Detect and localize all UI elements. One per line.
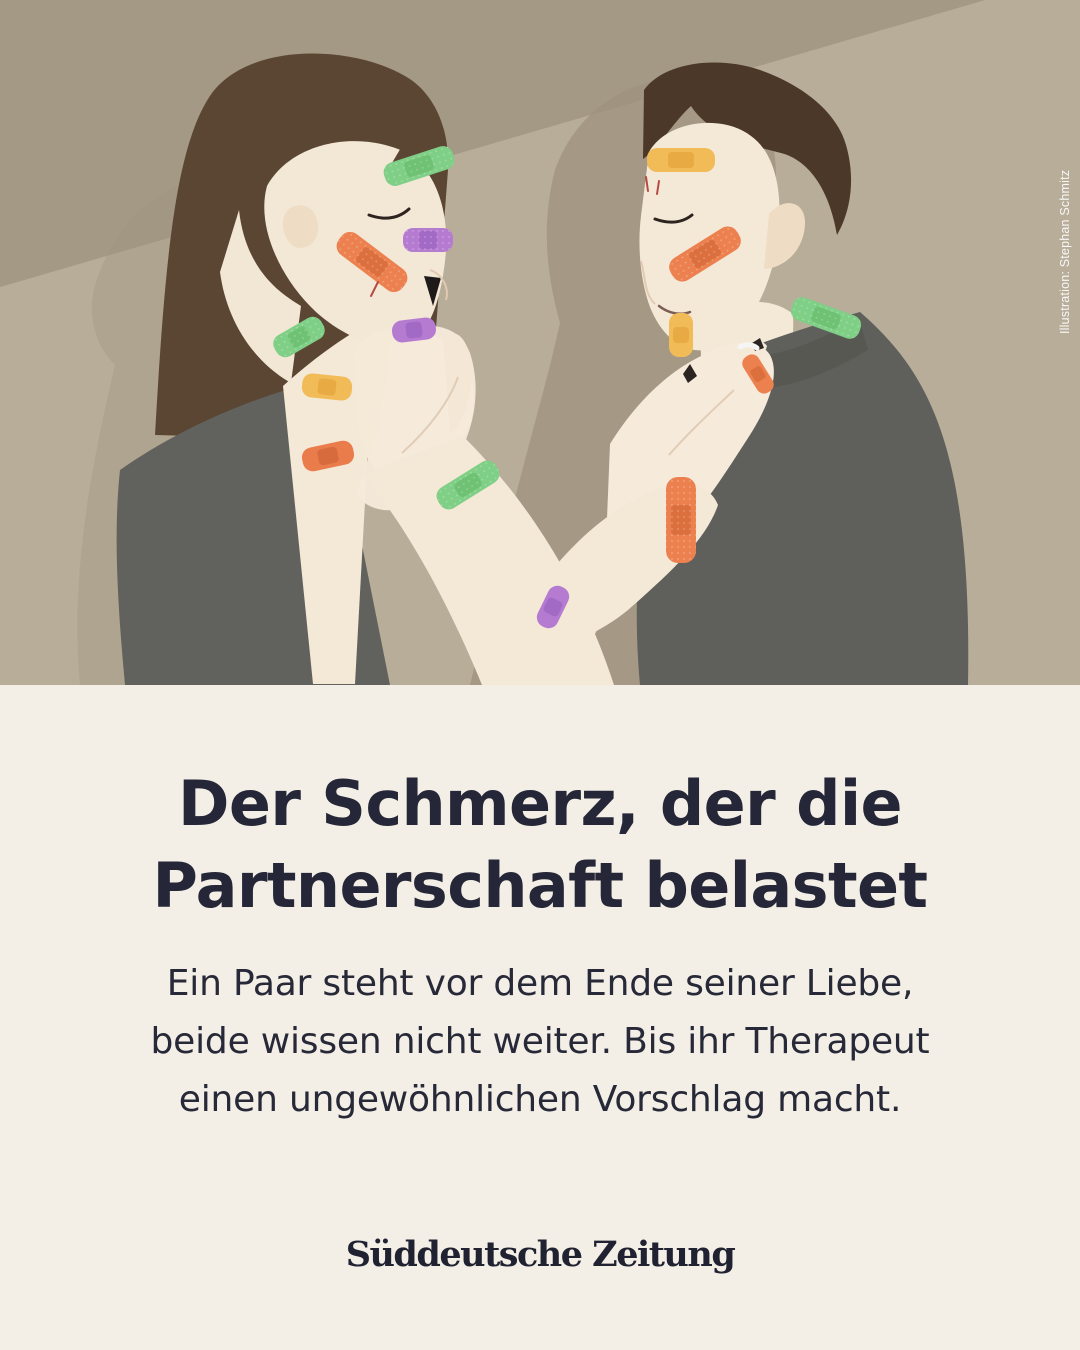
- dek-line-2: beide wissen nicht weiter. Bis ihr Thera…: [150, 1021, 930, 1062]
- headline-line-1: Der Schmerz, der die: [178, 767, 903, 840]
- article-headline: Der Schmerz, der die Partnerschaft belas…: [0, 763, 1080, 927]
- publication-logo: Süddeutsche Zeitung: [345, 1234, 736, 1275]
- illustration: Illustration: Stephan Schmitz: [0, 0, 1080, 685]
- article-dek: Ein Paar steht vor dem Ende seiner Liebe…: [0, 955, 1080, 1129]
- social-post-card: Illustration: Stephan Schmitz Der Schmer…: [0, 0, 1080, 1350]
- plaster-chin-man: [669, 313, 693, 357]
- dek-line-1: Ein Paar steht vor dem Ende seiner Liebe…: [166, 963, 914, 1004]
- illustration-credit: Illustration: Stephan Schmitz: [1058, 169, 1072, 334]
- couple-with-plasters-illustration: [0, 0, 1080, 685]
- article-copy: Der Schmerz, der die Partnerschaft belas…: [0, 685, 1080, 1350]
- plaster-nose-woman: [403, 228, 453, 252]
- headline-line-2: Partnerschaft belastet: [152, 849, 929, 922]
- plaster-hand-man: [666, 477, 696, 563]
- dek-line-3: einen ungewöhnlichen Vorschlag macht.: [178, 1079, 902, 1120]
- plaster-forehead-man: [647, 148, 715, 172]
